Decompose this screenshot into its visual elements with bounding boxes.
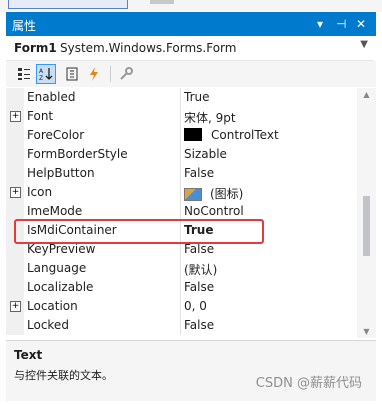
scroll-up-icon[interactable]: ▲ [357, 90, 376, 99]
object-selector[interactable]: Form1 System.Windows.Forms.Form ▼ [6, 36, 374, 61]
property-value[interactable]: False [184, 280, 214, 294]
row-gutter [6, 126, 24, 145]
row-gutter [6, 316, 24, 335]
property-value[interactable]: Sizable [184, 147, 227, 161]
property-value[interactable]: False [184, 242, 214, 256]
property-name: FormBorderStyle [27, 147, 128, 161]
property-row-imemode[interactable]: ImeMode NoControl [6, 202, 356, 221]
property-name: Localizable [27, 280, 94, 294]
property-value: (图标) [210, 187, 244, 201]
property-row-helpbutton[interactable]: HelpButton False [6, 164, 356, 183]
description-pane: Text 与控件关联的文本。 CSDN @薪薪代码 [6, 340, 376, 401]
form-icon-preview [184, 188, 202, 201]
column-divider [180, 221, 181, 240]
column-divider [180, 164, 181, 183]
property-name: ForeColor [27, 128, 85, 142]
svg-text:Z: Z [39, 75, 43, 81]
column-divider [180, 202, 181, 221]
property-name: KeyPreview [27, 242, 96, 256]
close-icon[interactable]: ✕ [356, 16, 366, 32]
properties-icon[interactable] [62, 64, 82, 84]
vertical-scrollbar[interactable]: ▲ ▼ [357, 88, 376, 338]
column-divider [180, 183, 181, 202]
property-value[interactable]: 宋体, 9pt [184, 109, 236, 126]
properties-titlebar: 属性 ▾ ⊣ ✕ [6, 12, 376, 36]
property-value-container[interactable]: ControlText [184, 128, 279, 142]
column-divider [180, 278, 181, 297]
property-value[interactable]: False [184, 166, 214, 180]
property-name: HelpButton [27, 166, 95, 180]
property-row-location[interactable]: + Location 0, 0 [6, 297, 356, 316]
expand-icon[interactable]: + [10, 301, 21, 312]
chevron-down-icon[interactable]: ▼ [360, 39, 368, 50]
row-gutter [6, 278, 24, 297]
property-value[interactable]: True [184, 223, 213, 237]
property-name: Location [27, 299, 78, 313]
property-name: IsMdiContainer [27, 223, 117, 237]
property-row-font[interactable]: + Font 宋体, 9pt [6, 107, 356, 126]
column-divider [180, 126, 181, 145]
document-tab-secondary[interactable] [150, 0, 174, 4]
description-title: Text [14, 348, 43, 362]
property-value[interactable]: (默认) [184, 261, 217, 278]
row-gutter [6, 145, 24, 164]
property-name: Locked [27, 318, 69, 332]
top-strip [0, 0, 382, 12]
document-tab[interactable] [8, 0, 128, 9]
property-row-enabled[interactable]: Enabled True [6, 88, 356, 107]
toolbar-separator [110, 66, 111, 82]
property-grid: Enabled True + Font 宋体, 9pt ForeColor Co… [6, 88, 376, 338]
property-value[interactable]: False [184, 318, 214, 332]
column-divider [180, 240, 181, 259]
watermark: CSDN @薪薪代码 [255, 376, 362, 391]
scroll-thumb[interactable] [363, 196, 370, 256]
row-gutter [6, 259, 24, 278]
property-value[interactable]: NoControl [184, 204, 244, 218]
row-gutter [6, 240, 24, 259]
properties-toolbar: AZ [6, 61, 376, 87]
property-value[interactable]: 0, 0 [184, 299, 207, 313]
expand-icon[interactable]: + [10, 187, 21, 198]
panel-title: 属性 [12, 19, 37, 33]
row-gutter [6, 164, 24, 183]
column-divider [180, 259, 181, 278]
property-row-locked[interactable]: Locked False [6, 316, 356, 335]
events-icon[interactable] [84, 64, 104, 84]
chevron-down-icon[interactable]: ▾ [317, 16, 323, 32]
property-value: ControlText [211, 128, 279, 142]
property-name: Icon [27, 185, 53, 199]
row-gutter [6, 221, 24, 240]
column-divider [180, 297, 181, 316]
column-divider [180, 107, 181, 126]
property-row-icon[interactable]: + Icon (图标) [6, 183, 356, 202]
expand-icon[interactable]: + [10, 111, 21, 122]
scroll-down-icon[interactable]: ▼ [357, 327, 376, 336]
property-row-localizable[interactable]: Localizable False [6, 278, 356, 297]
property-row-ismdicontainer[interactable]: IsMdiContainer True [6, 221, 356, 240]
row-gutter [6, 88, 24, 107]
property-name: Font [27, 109, 54, 123]
color-swatch [184, 128, 202, 141]
property-name: Language [27, 261, 87, 275]
property-row-forecolor[interactable]: ForeColor ControlText [6, 126, 356, 145]
property-name: Enabled [27, 90, 76, 104]
object-type: System.Windows.Forms.Form [60, 41, 237, 55]
description-text: 与控件关联的文本。 [14, 369, 113, 382]
property-value[interactable]: True [184, 90, 210, 104]
property-row-keypreview[interactable]: KeyPreview False [6, 240, 356, 259]
column-divider [180, 316, 181, 335]
object-name: Form1 [14, 41, 57, 55]
column-divider [180, 145, 181, 164]
svg-text:A: A [39, 68, 44, 75]
property-row-formborderstyle[interactable]: FormBorderStyle Sizable [6, 145, 356, 164]
categorized-icon[interactable] [14, 64, 34, 84]
property-name: ImeMode [27, 204, 83, 218]
property-value-container[interactable]: (图标) [184, 185, 243, 202]
column-divider [180, 88, 181, 107]
pin-icon[interactable]: ⊣ [336, 16, 346, 32]
row-gutter [6, 202, 24, 221]
property-row-language[interactable]: Language (默认) [6, 259, 356, 278]
alphabetical-icon[interactable]: AZ [36, 64, 56, 84]
property-pages-icon[interactable] [116, 64, 136, 84]
